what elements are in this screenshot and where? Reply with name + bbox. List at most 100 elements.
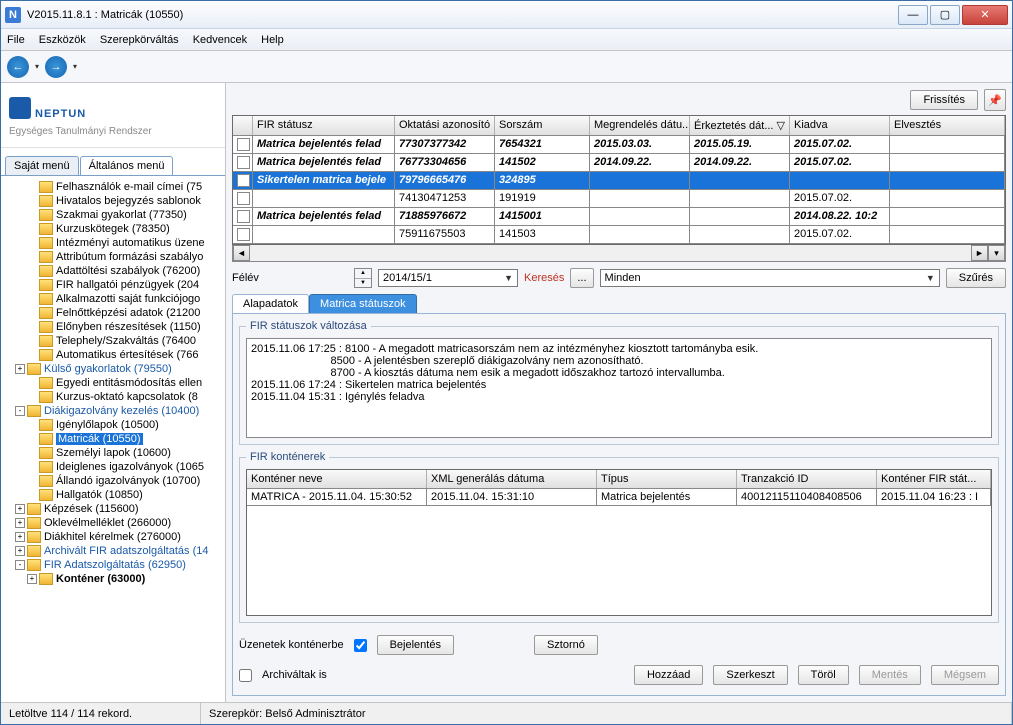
- menu-help[interactable]: Help: [261, 34, 284, 46]
- bejelentes-button[interactable]: Bejelentés: [377, 635, 454, 655]
- scroll-dropdown-icon[interactable]: ▾: [988, 245, 1005, 261]
- container-row[interactable]: MATRICA - 2015.11.04. 15:30:52 2015.11.0…: [247, 489, 991, 506]
- dots-button[interactable]: ...: [570, 268, 593, 288]
- sztorno-button[interactable]: Sztornó: [534, 635, 598, 655]
- tree-item[interactable]: +Külső gyakorlatok (79550): [3, 362, 223, 376]
- tree-item[interactable]: Kurzus-oktató kapcsolatok (8: [3, 390, 223, 404]
- row-checkbox[interactable]: [237, 156, 250, 169]
- menu-favorites[interactable]: Kedvencek: [193, 34, 247, 46]
- col-elvesztes[interactable]: Elvesztés: [890, 116, 1005, 135]
- expand-icon[interactable]: +: [15, 504, 25, 514]
- menu-tools[interactable]: Eszközök: [39, 34, 86, 46]
- tree-item[interactable]: Ideiglenes igazolványok (1065: [3, 460, 223, 474]
- szures-button[interactable]: Szűrés: [946, 268, 1006, 288]
- felev-stepper[interactable]: ▲▼: [354, 268, 372, 288]
- tree-item[interactable]: Attribútum formázási szabályo: [3, 250, 223, 264]
- nav-back-dropdown-icon[interactable]: ▾: [35, 62, 39, 71]
- mentes-button[interactable]: Mentés: [859, 665, 921, 685]
- filter-combo[interactable]: Minden ▼: [600, 269, 940, 287]
- kcol-xmldate[interactable]: XML generálás dátuma: [427, 470, 597, 488]
- tree-item[interactable]: Automatikus értesítések (766: [3, 348, 223, 362]
- table-row[interactable]: Matrica bejelentés felad7730737734276543…: [233, 136, 1005, 154]
- tree[interactable]: Felhasználók e-mail címei (75Hivatalos b…: [1, 176, 225, 702]
- table-row[interactable]: 741304712531919192015.07.02.: [233, 190, 1005, 208]
- kcol-tranid[interactable]: Tranzakció ID: [737, 470, 877, 488]
- refresh-button[interactable]: Frissítés: [910, 90, 978, 110]
- collapse-icon[interactable]: -: [15, 406, 25, 416]
- tree-item[interactable]: Adattöltési szabályok (76200): [3, 264, 223, 278]
- col-oktatasi[interactable]: Oktatási azonosító: [395, 116, 495, 135]
- megsem-button[interactable]: Mégsem: [931, 665, 999, 685]
- tree-item[interactable]: Egyedi entitásmódosítás ellen: [3, 376, 223, 390]
- tree-item[interactable]: Intézményi automatikus üzene: [3, 236, 223, 250]
- expand-icon[interactable]: +: [15, 518, 25, 528]
- tree-item[interactable]: Igénylőlapok (10500): [3, 418, 223, 432]
- expand-icon[interactable]: +: [15, 364, 25, 374]
- grid-hscroll[interactable]: ◄ ► ▾: [232, 245, 1006, 262]
- tree-item[interactable]: -Diákigazolvány kezelés (10400): [3, 404, 223, 418]
- col-fir-status[interactable]: FIR státusz: [253, 116, 395, 135]
- nav-forward-button[interactable]: →: [45, 56, 67, 78]
- row-checkbox[interactable]: [237, 192, 250, 205]
- status-log[interactable]: 2015.11.06 17:25 : 8100 - A megadott mat…: [246, 338, 992, 438]
- tree-item[interactable]: Felnőttképzési adatok (21200: [3, 306, 223, 320]
- tree-item[interactable]: Hivatalos bejegyzés sablonok: [3, 194, 223, 208]
- menu-file[interactable]: File: [7, 34, 25, 46]
- torol-button[interactable]: Töröl: [798, 665, 849, 685]
- tree-item[interactable]: Telephely/Szakváltás (76400: [3, 334, 223, 348]
- col-kiadva[interactable]: Kiadva: [790, 116, 890, 135]
- tree-item[interactable]: +Oklevélmelléklet (266000): [3, 516, 223, 530]
- nav-forward-dropdown-icon[interactable]: ▾: [73, 62, 77, 71]
- close-button[interactable]: ✕: [962, 5, 1008, 25]
- tab-alapadatok[interactable]: Alapadatok: [232, 294, 309, 313]
- archivalt-checkbox[interactable]: [239, 669, 252, 682]
- table-row[interactable]: Sikertelen matrica bejele797966654763248…: [233, 172, 1005, 190]
- tree-item[interactable]: Hallgatók (10850): [3, 488, 223, 502]
- minimize-button[interactable]: —: [898, 5, 928, 25]
- felev-combo[interactable]: 2014/15/1 ▼: [378, 269, 518, 287]
- tree-item[interactable]: FIR hallgatói pénzügyek (204: [3, 278, 223, 292]
- table-row[interactable]: Matrica bejelentés felad7677330465614150…: [233, 154, 1005, 172]
- tree-item[interactable]: Felhasználók e-mail címei (75: [3, 180, 223, 194]
- kereses-link[interactable]: Keresés: [524, 272, 564, 284]
- tree-item[interactable]: Matricák (10550): [3, 432, 223, 446]
- col-megrendeles[interactable]: Megrendelés dátu...: [590, 116, 690, 135]
- scroll-right-icon[interactable]: ►: [971, 245, 988, 261]
- kcol-firstat[interactable]: Konténer FIR stát...: [877, 470, 991, 488]
- tree-item[interactable]: -FIR Adatszolgáltatás (62950): [3, 558, 223, 572]
- szerkeszt-button[interactable]: Szerkeszt: [713, 665, 787, 685]
- tree-item[interactable]: +Archivált FIR adatszolgáltatás (14: [3, 544, 223, 558]
- maximize-button[interactable]: ▢: [930, 5, 960, 25]
- table-row[interactable]: 759116755031415032015.07.02.: [233, 226, 1005, 244]
- scroll-left-icon[interactable]: ◄: [233, 245, 250, 261]
- row-checkbox[interactable]: [237, 228, 250, 241]
- tree-item[interactable]: Alkalmazotti saját funkciójogo: [3, 292, 223, 306]
- tree-item[interactable]: Szakmai gyakorlat (77350): [3, 208, 223, 222]
- sidetab-altalanos[interactable]: Általános menü: [80, 156, 174, 175]
- tree-item[interactable]: +Konténer (63000): [3, 572, 223, 586]
- tree-item[interactable]: Állandó igazolványok (10700): [3, 474, 223, 488]
- tree-item[interactable]: +Diákhitel kérelmek (276000): [3, 530, 223, 544]
- tree-item[interactable]: Személyi lapok (10600): [3, 446, 223, 460]
- tab-matrica-statuszok[interactable]: Matrica státuszok: [309, 294, 417, 313]
- collapse-icon[interactable]: -: [15, 560, 25, 570]
- table-row[interactable]: Matrica bejelentés felad7188597667214150…: [233, 208, 1005, 226]
- col-sorszam[interactable]: Sorszám: [495, 116, 590, 135]
- hozzaad-button[interactable]: Hozzáad: [634, 665, 703, 685]
- main-grid[interactable]: FIR státusz Oktatási azonosító Sorszám M…: [232, 115, 1006, 245]
- expand-icon[interactable]: +: [15, 546, 25, 556]
- row-checkbox[interactable]: [237, 210, 250, 223]
- pin-icon[interactable]: 📌: [984, 89, 1006, 111]
- kcol-name[interactable]: Konténer neve: [247, 470, 427, 488]
- kcol-type[interactable]: Típus: [597, 470, 737, 488]
- row-checkbox[interactable]: [237, 138, 250, 151]
- tree-item[interactable]: Kurzuskötegek (78350): [3, 222, 223, 236]
- nav-back-button[interactable]: ←: [7, 56, 29, 78]
- expand-icon[interactable]: +: [27, 574, 37, 584]
- tree-item[interactable]: +Képzések (115600): [3, 502, 223, 516]
- menu-role[interactable]: Szerepkörváltás: [100, 34, 179, 46]
- row-checkbox[interactable]: [237, 174, 250, 187]
- sidetab-sajat[interactable]: Saját menü: [5, 156, 79, 175]
- col-erkeztetes[interactable]: Érkeztetés dát... ▽: [690, 116, 790, 135]
- tree-item[interactable]: Előnyben részesítések (1150): [3, 320, 223, 334]
